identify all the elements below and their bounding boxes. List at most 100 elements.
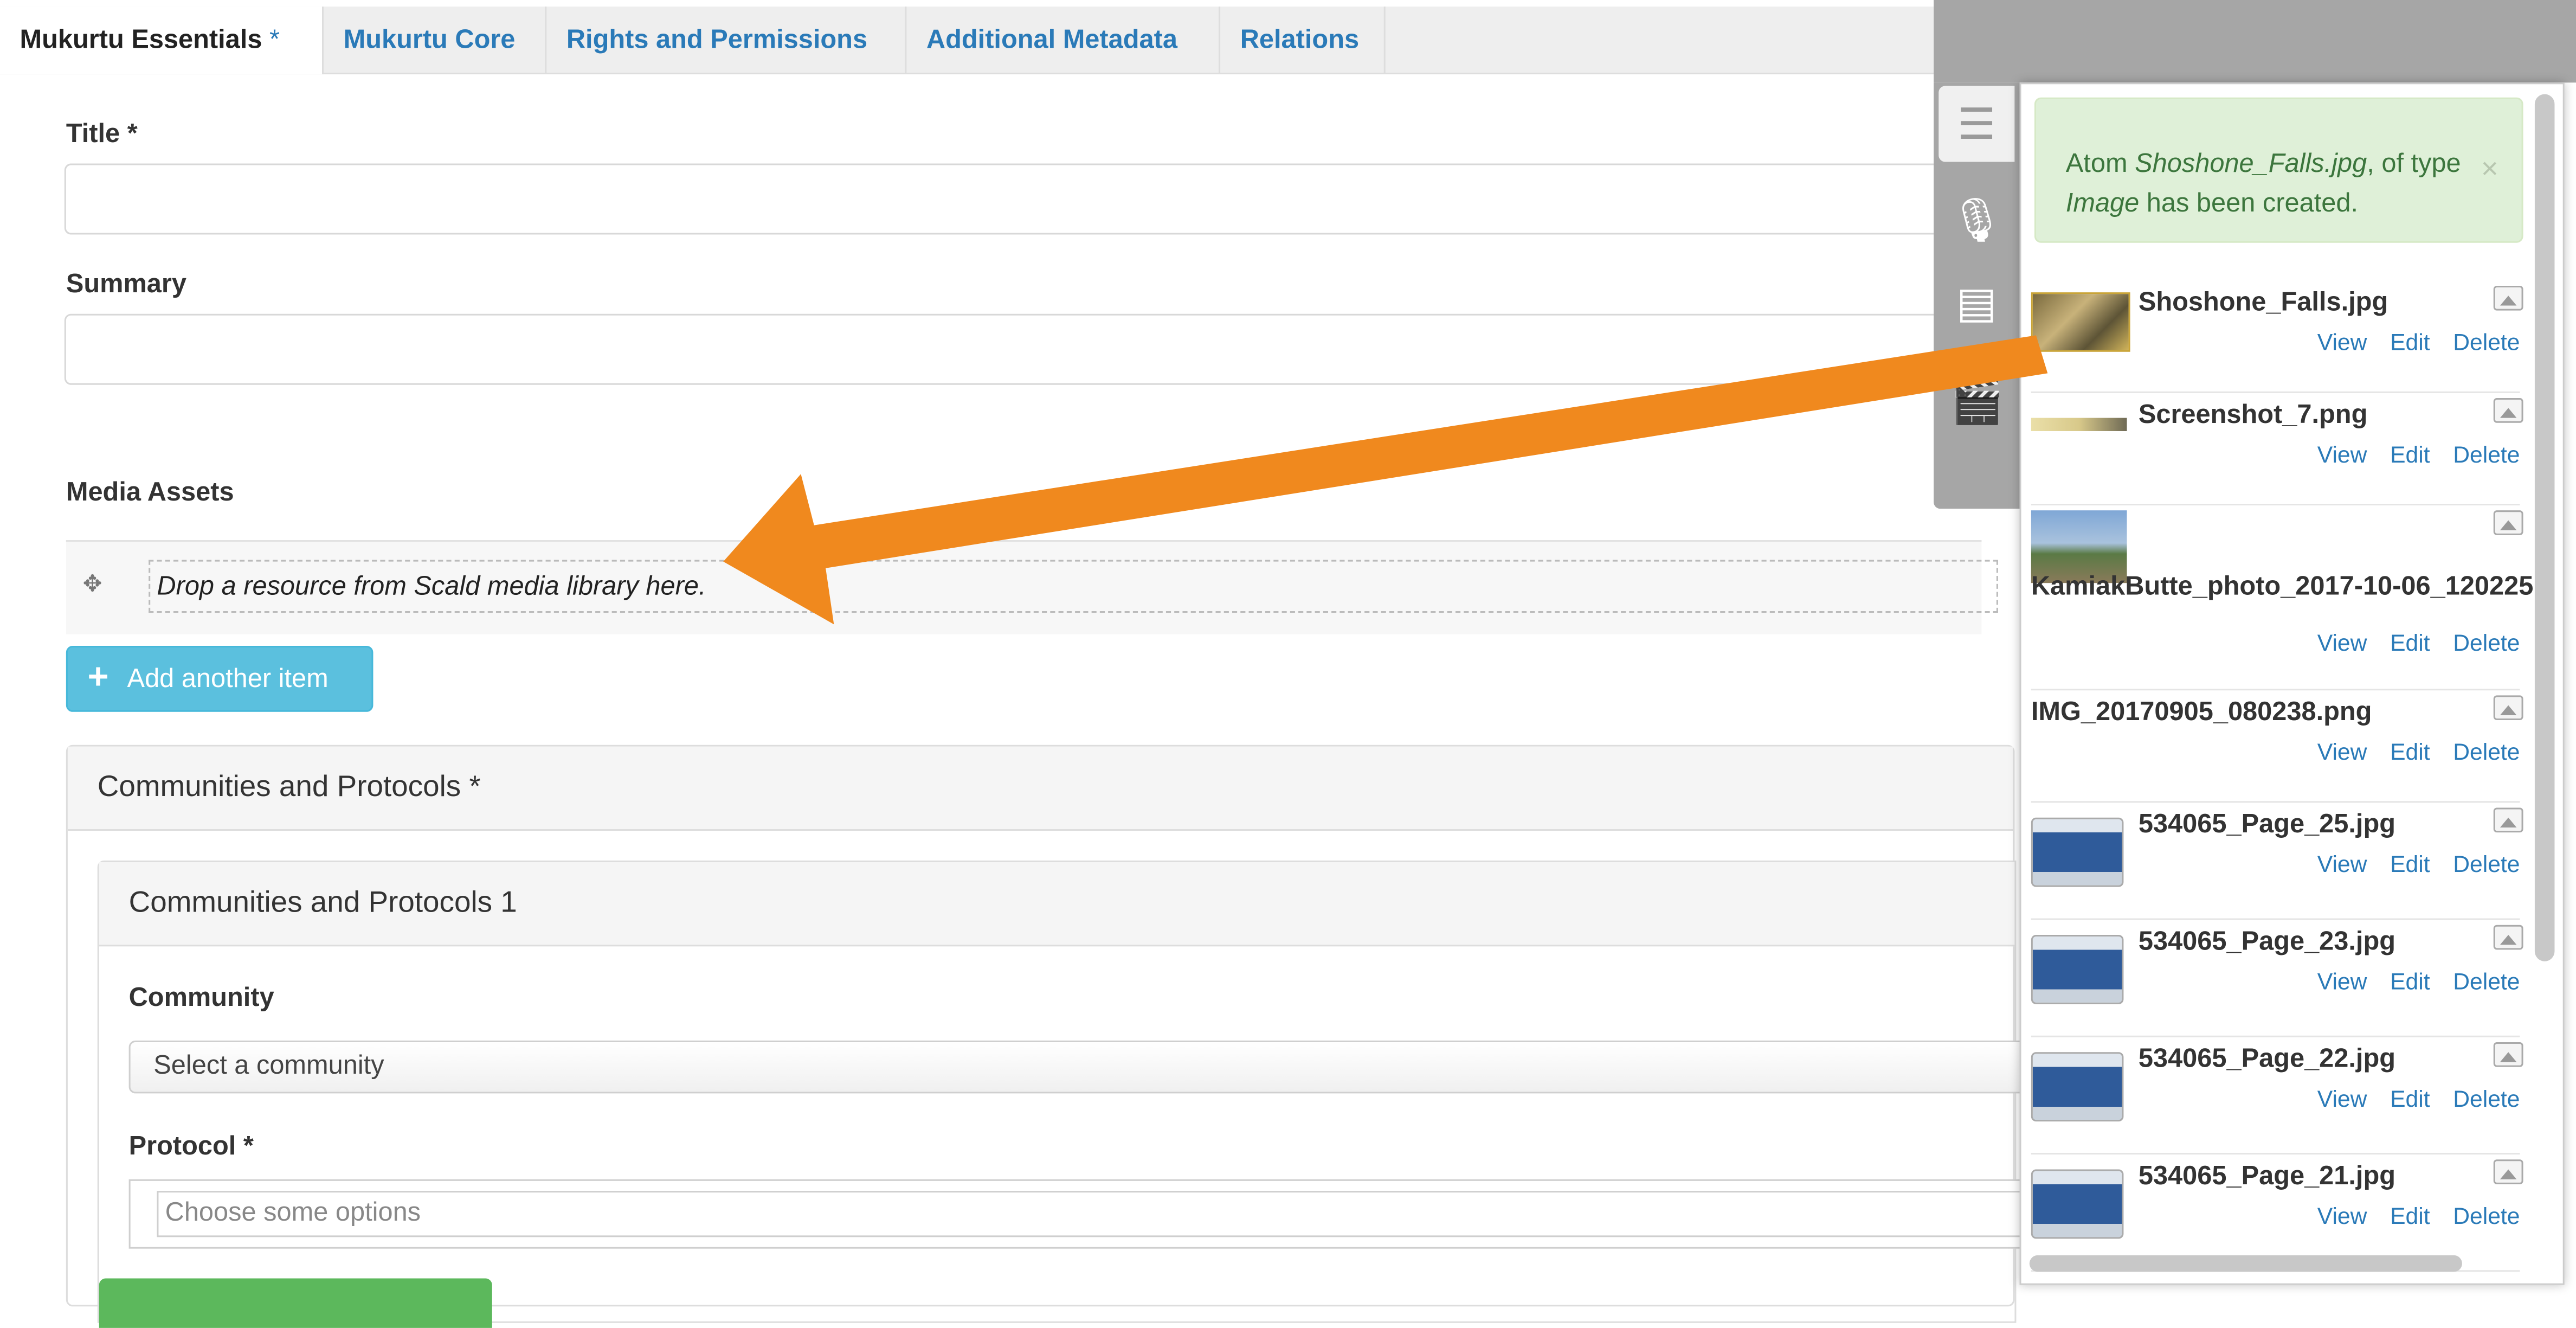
notice-message: Atom Shoshone_Falls.jpg, of type Image h… <box>2065 150 2461 219</box>
image-type-icon <box>2493 398 2523 423</box>
delete-link[interactable]: Delete <box>2453 1202 2520 1229</box>
required-marker: * <box>269 26 280 55</box>
vertical-scrollbar[interactable] <box>2534 94 2555 961</box>
delete-link[interactable]: Delete <box>2453 968 2520 995</box>
atom-created-notice: Atom Shoshone_Falls.jpg, of type Image h… <box>2034 97 2523 243</box>
protocol-multiselect[interactable]: Choose some options <box>128 1179 2028 1249</box>
edit-link[interactable]: Edit <box>2390 1202 2430 1229</box>
view-link[interactable]: View <box>2317 1202 2367 1229</box>
media-asset-row: ✥ Drop a resource from Scald media libra… <box>66 540 1998 634</box>
communities-protocols-header: Communities and Protocols * <box>67 746 2013 831</box>
communities-protocols-panel: Communities and Protocols * Communities … <box>66 745 2028 1328</box>
library-item[interactable]: Screenshot_7.png View Edit Delete <box>2031 392 2523 506</box>
edit-link[interactable]: Edit <box>2390 968 2430 995</box>
tab-relations[interactable]: Relations <box>1220 7 1386 73</box>
tab-label: Relations <box>1240 26 1360 55</box>
delete-link[interactable]: Delete <box>2453 441 2520 467</box>
tab-mukurtu-core[interactable]: Mukurtu Core <box>324 7 547 73</box>
community-select-value: Select a community <box>153 1052 384 1081</box>
protocol-search-box[interactable]: Choose some options <box>157 1191 2023 1237</box>
item-actions: View Edit Delete <box>2294 329 2520 355</box>
item-name: 534065_Page_22.jpg <box>2138 1045 2396 1074</box>
item-name: Shoshone_Falls.jpg <box>2138 289 2388 317</box>
tab-label: Rights and Permissions <box>566 26 868 55</box>
tab-label: Mukurtu Core <box>343 26 516 55</box>
media-assets-label: Media Assets <box>66 479 234 508</box>
image-type-icon <box>2493 1159 2523 1184</box>
add-another-community-button[interactable] <box>99 1278 492 1328</box>
add-another-item-button[interactable]: + Add another item <box>66 645 373 712</box>
image-type-icon <box>2493 807 2523 833</box>
protocol-label: Protocol * <box>128 1133 254 1162</box>
delete-link[interactable]: Delete <box>2453 851 2520 877</box>
document-icon[interactable]: ▤ <box>1939 264 2014 340</box>
view-link[interactable]: View <box>2317 968 2367 995</box>
view-link[interactable]: View <box>2317 739 2367 765</box>
thumbnail-image <box>2031 817 2124 887</box>
protocol-placeholder: Choose some options <box>165 1199 421 1228</box>
view-link[interactable]: View <box>2317 851 2367 877</box>
close-icon[interactable]: × <box>2481 149 2498 188</box>
edit-link[interactable]: Edit <box>2390 739 2430 765</box>
edit-link[interactable]: Edit <box>2390 1085 2430 1112</box>
library-item[interactable]: 534065_Page_23.jpg View Edit Delete <box>2031 919 2523 1037</box>
add-another-item-label: Add another item <box>127 665 329 694</box>
item-name: IMG_20170905_080238.png <box>2031 698 2372 727</box>
video-icon[interactable]: 🎬 <box>1939 363 2014 439</box>
community-select[interactable]: Select a community <box>128 1040 2028 1094</box>
item-name: 534065_Page_25.jpg <box>2138 811 2396 839</box>
image-type-icon <box>2493 510 2523 535</box>
audio-icon[interactable]: 🎙 <box>1939 182 2014 258</box>
communities-protocols-item-header: Communities and Protocols 1 <box>99 862 2015 947</box>
horizontal-scrollbar[interactable] <box>2029 1255 2462 1272</box>
communities-protocols-item: Communities and Protocols 1 Community Se… <box>97 860 2028 1328</box>
title-input[interactable] <box>64 163 1997 235</box>
tab-mukurtu-essentials[interactable]: Mukurtu Essentials * <box>0 7 324 75</box>
item-actions: View Edit Delete <box>2294 1202 2520 1229</box>
item-actions: View Edit Delete <box>2294 739 2520 765</box>
library-item[interactable]: 534065_Page_25.jpg View Edit Delete <box>2031 801 2523 920</box>
library-item[interactable]: 534065_Page_22.jpg View Edit Delete <box>2031 1036 2523 1155</box>
scald-library-panel: Atom Shoshone_Falls.jpg, of type Image h… <box>2019 82 2565 1285</box>
library-item[interactable]: IMG_20170905_080238.png View Edit Delete <box>2031 689 2523 803</box>
view-link[interactable]: View <box>2317 629 2367 656</box>
panel-title: Communities and Protocols * <box>97 769 481 803</box>
item-name: Screenshot_7.png <box>2138 401 2368 429</box>
summary-input[interactable] <box>64 313 1997 385</box>
view-link[interactable]: View <box>2317 329 2367 355</box>
library-item[interactable]: KamiakButte_photo_2017-10-06_120225 View… <box>2031 504 2533 691</box>
library-item[interactable]: 534065_Page_21.jpg View Edit Delete <box>2031 1153 2523 1272</box>
scald-dock-tabs: ☰ 🎙 ▤ 🎬 <box>1934 82 2020 509</box>
scald-dock-header <box>1934 0 2576 83</box>
view-link[interactable]: View <box>2317 441 2367 467</box>
item-actions: View Edit Delete <box>2294 441 2520 467</box>
tab-additional-metadata[interactable]: Additional Metadata <box>906 7 1221 73</box>
edit-link[interactable]: Edit <box>2390 441 2430 467</box>
item-name: 534065_Page_23.jpg <box>2138 928 2396 957</box>
item-actions: View Edit Delete <box>2294 629 2520 656</box>
delete-link[interactable]: Delete <box>2453 629 2520 656</box>
item-name: 534065_Page_21.jpg <box>2138 1163 2396 1191</box>
tab-label: Additional Metadata <box>926 26 1177 55</box>
library-item[interactable]: Shoshone_Falls.jpg View Edit Delete <box>2031 279 2523 393</box>
item-actions: View Edit Delete <box>2294 1085 2520 1112</box>
plus-icon: + <box>87 656 109 697</box>
page: Mukurtu Essentials * Mukurtu Core Rights… <box>0 0 2576 1328</box>
view-link[interactable]: View <box>2317 1085 2367 1112</box>
edit-link[interactable]: Edit <box>2390 629 2430 656</box>
image-type-icon <box>2493 695 2523 721</box>
thumbnail-image <box>2031 418 2127 431</box>
tab-rights-and-permissions[interactable]: Rights and Permissions <box>546 7 907 73</box>
edit-link[interactable]: Edit <box>2390 851 2430 877</box>
scald-dropzone[interactable]: Drop a resource from Scald media library… <box>149 560 1998 613</box>
delete-link[interactable]: Delete <box>2453 329 2520 355</box>
panel-subtitle: Communities and Protocols 1 <box>128 885 517 919</box>
delete-link[interactable]: Delete <box>2453 1085 2520 1112</box>
item-name: KamiakButte_photo_2017-10-06_120225 <box>2031 573 2534 601</box>
image-type-icon <box>2493 1042 2523 1067</box>
edit-link[interactable]: Edit <box>2390 329 2430 355</box>
library-list-icon[interactable]: ☰ <box>1939 86 2015 162</box>
title-label: Title * <box>66 120 138 149</box>
delete-link[interactable]: Delete <box>2453 739 2520 765</box>
move-icon[interactable]: ✥ <box>79 570 106 596</box>
